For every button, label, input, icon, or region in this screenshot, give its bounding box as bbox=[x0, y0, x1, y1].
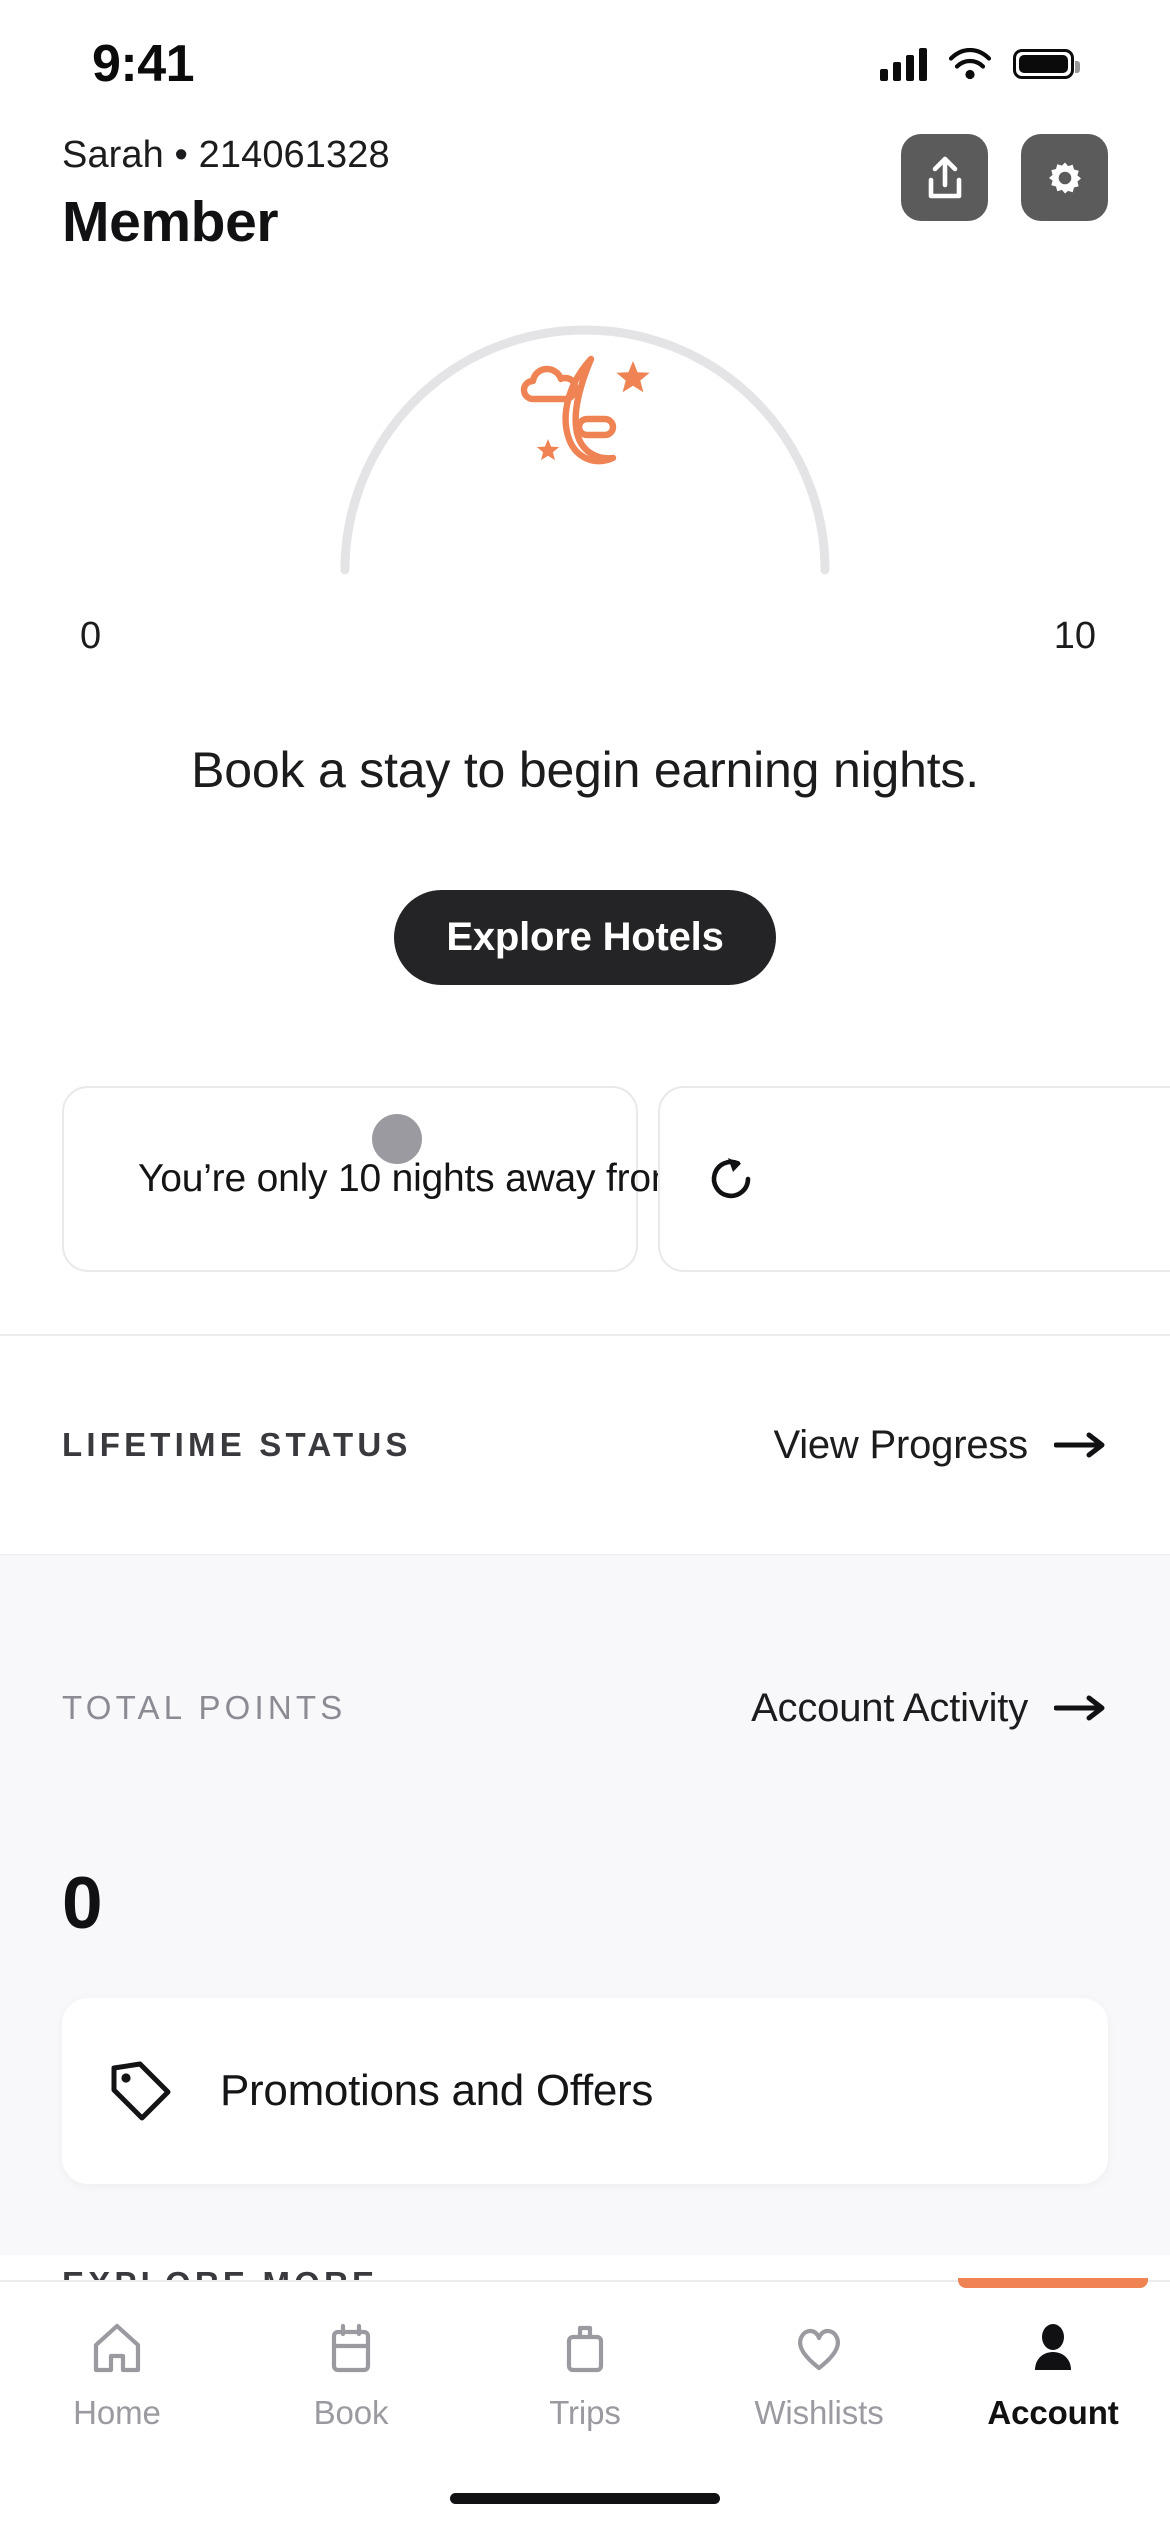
battery-full-icon bbox=[1013, 49, 1080, 79]
header-actions bbox=[901, 128, 1108, 221]
gear-icon bbox=[1048, 162, 1081, 193]
calendar-icon bbox=[331, 2323, 371, 2373]
total-points-label: TOTAL POINTS bbox=[62, 1689, 347, 1726]
lifetime-status-row: LIFETIME STATUS View Progress bbox=[0, 1392, 1170, 1498]
status-bar: 9:41 bbox=[0, 0, 1170, 128]
share-button[interactable] bbox=[901, 134, 988, 221]
member-tier-title: Member bbox=[62, 189, 279, 254]
person-icon bbox=[1035, 2324, 1071, 2370]
account-header: Sarah • 214061328 Member bbox=[0, 128, 1170, 288]
active-tab-indicator bbox=[958, 2278, 1148, 2288]
tab-trips-label: Trips bbox=[549, 2394, 621, 2431]
gauge-max-label: 10 bbox=[1053, 615, 1096, 657]
nights-progress-gauge: 0 10 bbox=[0, 278, 1170, 678]
status-cards-carousel[interactable]: You’re only 10 nights away from Silver E… bbox=[0, 1086, 1170, 1286]
account-activity-link[interactable]: Account Activity bbox=[751, 1686, 1108, 1731]
lifetime-status-label: LIFETIME STATUS bbox=[62, 1426, 412, 1463]
tab-wishlists[interactable]: Wishlists bbox=[702, 2282, 936, 2532]
total-points-row: TOTAL POINTS Account Activity bbox=[0, 1655, 1170, 1761]
member-identity: Sarah • 214061328 Member bbox=[62, 128, 390, 257]
tab-wishlists-label: Wishlists bbox=[754, 2394, 884, 2431]
divider-above-lifetime bbox=[0, 1334, 1170, 1336]
tab-home-label: Home bbox=[73, 2394, 161, 2431]
moon-cloud-stars-icon bbox=[475, 338, 695, 478]
tab-book[interactable]: Book bbox=[234, 2282, 468, 2532]
share-upload-icon bbox=[928, 156, 961, 198]
home-icon bbox=[93, 2323, 141, 2373]
view-progress-label: View Progress bbox=[773, 1422, 1028, 1467]
tab-book-label: Book bbox=[313, 2394, 389, 2431]
tab-account[interactable]: Account bbox=[936, 2278, 1170, 2532]
home-indicator bbox=[450, 2493, 720, 2504]
view-progress-link[interactable]: View Progress bbox=[773, 1423, 1108, 1468]
promotions-and-offers-card[interactable]: Promotions and Offers bbox=[62, 1998, 1108, 2184]
app-screen: 9:41 Sarah • 214061328 Member 0 10 Book … bbox=[0, 0, 1170, 2532]
tab-account-label: Account bbox=[987, 2394, 1119, 2431]
heart-icon bbox=[797, 2328, 841, 2371]
status-bar-time: 9:41 bbox=[92, 35, 195, 93]
briefcase-icon bbox=[566, 2325, 604, 2373]
gauge-message: Book a stay to begin earning nights. bbox=[191, 742, 979, 798]
wifi-icon bbox=[949, 48, 991, 80]
tab-home[interactable]: Home bbox=[0, 2282, 234, 2532]
total-points-value: 0 bbox=[62, 1863, 103, 1944]
gauge-cta-row: Explore Hotels bbox=[0, 890, 1170, 985]
account-activity-label: Account Activity bbox=[751, 1685, 1028, 1730]
bottom-tab-bar: Home Book Trips Wishlists Account bbox=[0, 2278, 1170, 2532]
promotions-title: Promotions and Offers bbox=[220, 2065, 654, 2115]
price-tag-icon bbox=[111, 2061, 171, 2121]
explore-hotels-button[interactable]: Explore Hotels bbox=[394, 890, 776, 985]
carousel-overlay-dot[interactable] bbox=[372, 1114, 422, 1164]
card-silver-elite-progress[interactable]: You’re only 10 nights away from Silver E… bbox=[62, 1086, 876, 1272]
member-name-and-number: Sarah • 214061328 bbox=[62, 134, 390, 176]
arrow-right-icon bbox=[1054, 1695, 1105, 1721]
card-secondary[interactable] bbox=[658, 1086, 1170, 1272]
status-bar-indicators bbox=[880, 47, 1080, 81]
settings-button[interactable] bbox=[1021, 134, 1108, 221]
cellular-signal-icon bbox=[880, 47, 927, 81]
refresh-rotate-icon bbox=[711, 1158, 751, 1199]
gauge-min-label: 0 bbox=[80, 615, 102, 657]
arrow-right-icon bbox=[1054, 1432, 1105, 1458]
